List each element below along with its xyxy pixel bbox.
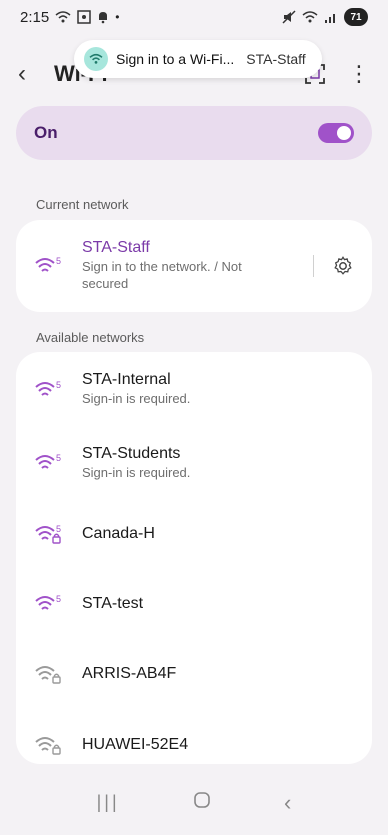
network-row[interactable]: ARRIS-AB4F: [16, 639, 372, 709]
network-name: HUAWEI-52E4: [82, 736, 189, 753]
divider: [313, 255, 314, 277]
screenshot-icon: [77, 10, 91, 24]
current-network-card: 5 STA-Staff Sign in to the network. / No…: [16, 220, 372, 312]
notification-bell-icon: [99, 12, 108, 24]
network-name: ARRIS-AB4F: [82, 665, 177, 682]
wifi-full-icon: 5: [35, 256, 61, 272]
wifi-locked-icon: [35, 737, 61, 755]
wifi-icon: 5: [35, 453, 61, 469]
battery-icon: 71: [344, 8, 368, 26]
svg-text:5: 5: [56, 380, 61, 390]
toggle-label: On: [34, 123, 58, 142]
svg-text:5: 5: [56, 524, 61, 534]
back-button[interactable]: ‹: [18, 60, 54, 88]
network-name: Canada-H: [82, 525, 155, 542]
network-name: STA-Students: [82, 444, 181, 462]
more-options-button[interactable]: ⋮: [348, 63, 370, 85]
wifi-signin-icon: [84, 47, 108, 71]
status-bar: 2:15 • 71: [0, 0, 388, 34]
network-name: STA-Internal: [82, 371, 171, 389]
mute-icon: [282, 10, 296, 24]
navigation-bar: ||| ‹: [0, 770, 388, 835]
available-networks-card: 5 STA-Internal Sign-in is required. 5 STA-St…: [16, 352, 372, 764]
wifi-switch[interactable]: [318, 123, 354, 143]
wifi-locked-icon: [35, 666, 61, 684]
recent-apps-button[interactable]: |||: [97, 792, 120, 813]
wifi-call-icon: [55, 11, 71, 23]
signal-icon: [325, 14, 335, 23]
home-button[interactable]: [193, 791, 211, 814]
svg-text:5: 5: [56, 256, 61, 266]
section-header-available: Available networks: [36, 330, 145, 345]
wifi-status-icon: [302, 11, 318, 23]
network-row[interactable]: 5 Canada-H: [16, 499, 372, 569]
svg-text:5: 5: [56, 453, 61, 463]
dot-icon: •: [115, 10, 120, 24]
toast-network: STA-Staff: [246, 51, 306, 67]
wifi-toggle-row[interactable]: On: [16, 106, 372, 160]
current-network-row[interactable]: 5 STA-Staff Sign in to the network. / No…: [16, 220, 372, 312]
network-row[interactable]: 5 STA-Internal Sign-in is required.: [16, 352, 372, 427]
switch-knob: [337, 126, 351, 140]
network-status: Sign-in is required.: [82, 391, 191, 407]
toast-title: Sign in to a Wi-Fi...: [116, 51, 235, 67]
wifi-locked-icon: 5: [35, 524, 61, 544]
section-header-current: Current network: [36, 197, 129, 212]
wifi-signin-toast[interactable]: Sign in to a Wi-Fi... STA-Staff: [74, 40, 322, 78]
svg-text:5: 5: [56, 594, 61, 604]
current-network-name: STA-Staff: [82, 239, 150, 257]
network-name: STA-test: [82, 595, 144, 612]
network-row[interactable]: 5 STA-test: [16, 569, 372, 639]
network-row[interactable]: 5 STA-Students Sign-in is required.: [16, 427, 372, 499]
wifi-icon: 5: [35, 594, 61, 610]
status-time: 2:15: [20, 8, 50, 26]
wifi-icon: 5: [35, 380, 61, 396]
back-nav-button[interactable]: ‹: [284, 790, 291, 816]
network-status: Sign-in is required.: [82, 464, 191, 480]
current-network-status: Sign in to the network. / Not secured: [82, 259, 242, 291]
gear-icon[interactable]: [332, 255, 354, 277]
